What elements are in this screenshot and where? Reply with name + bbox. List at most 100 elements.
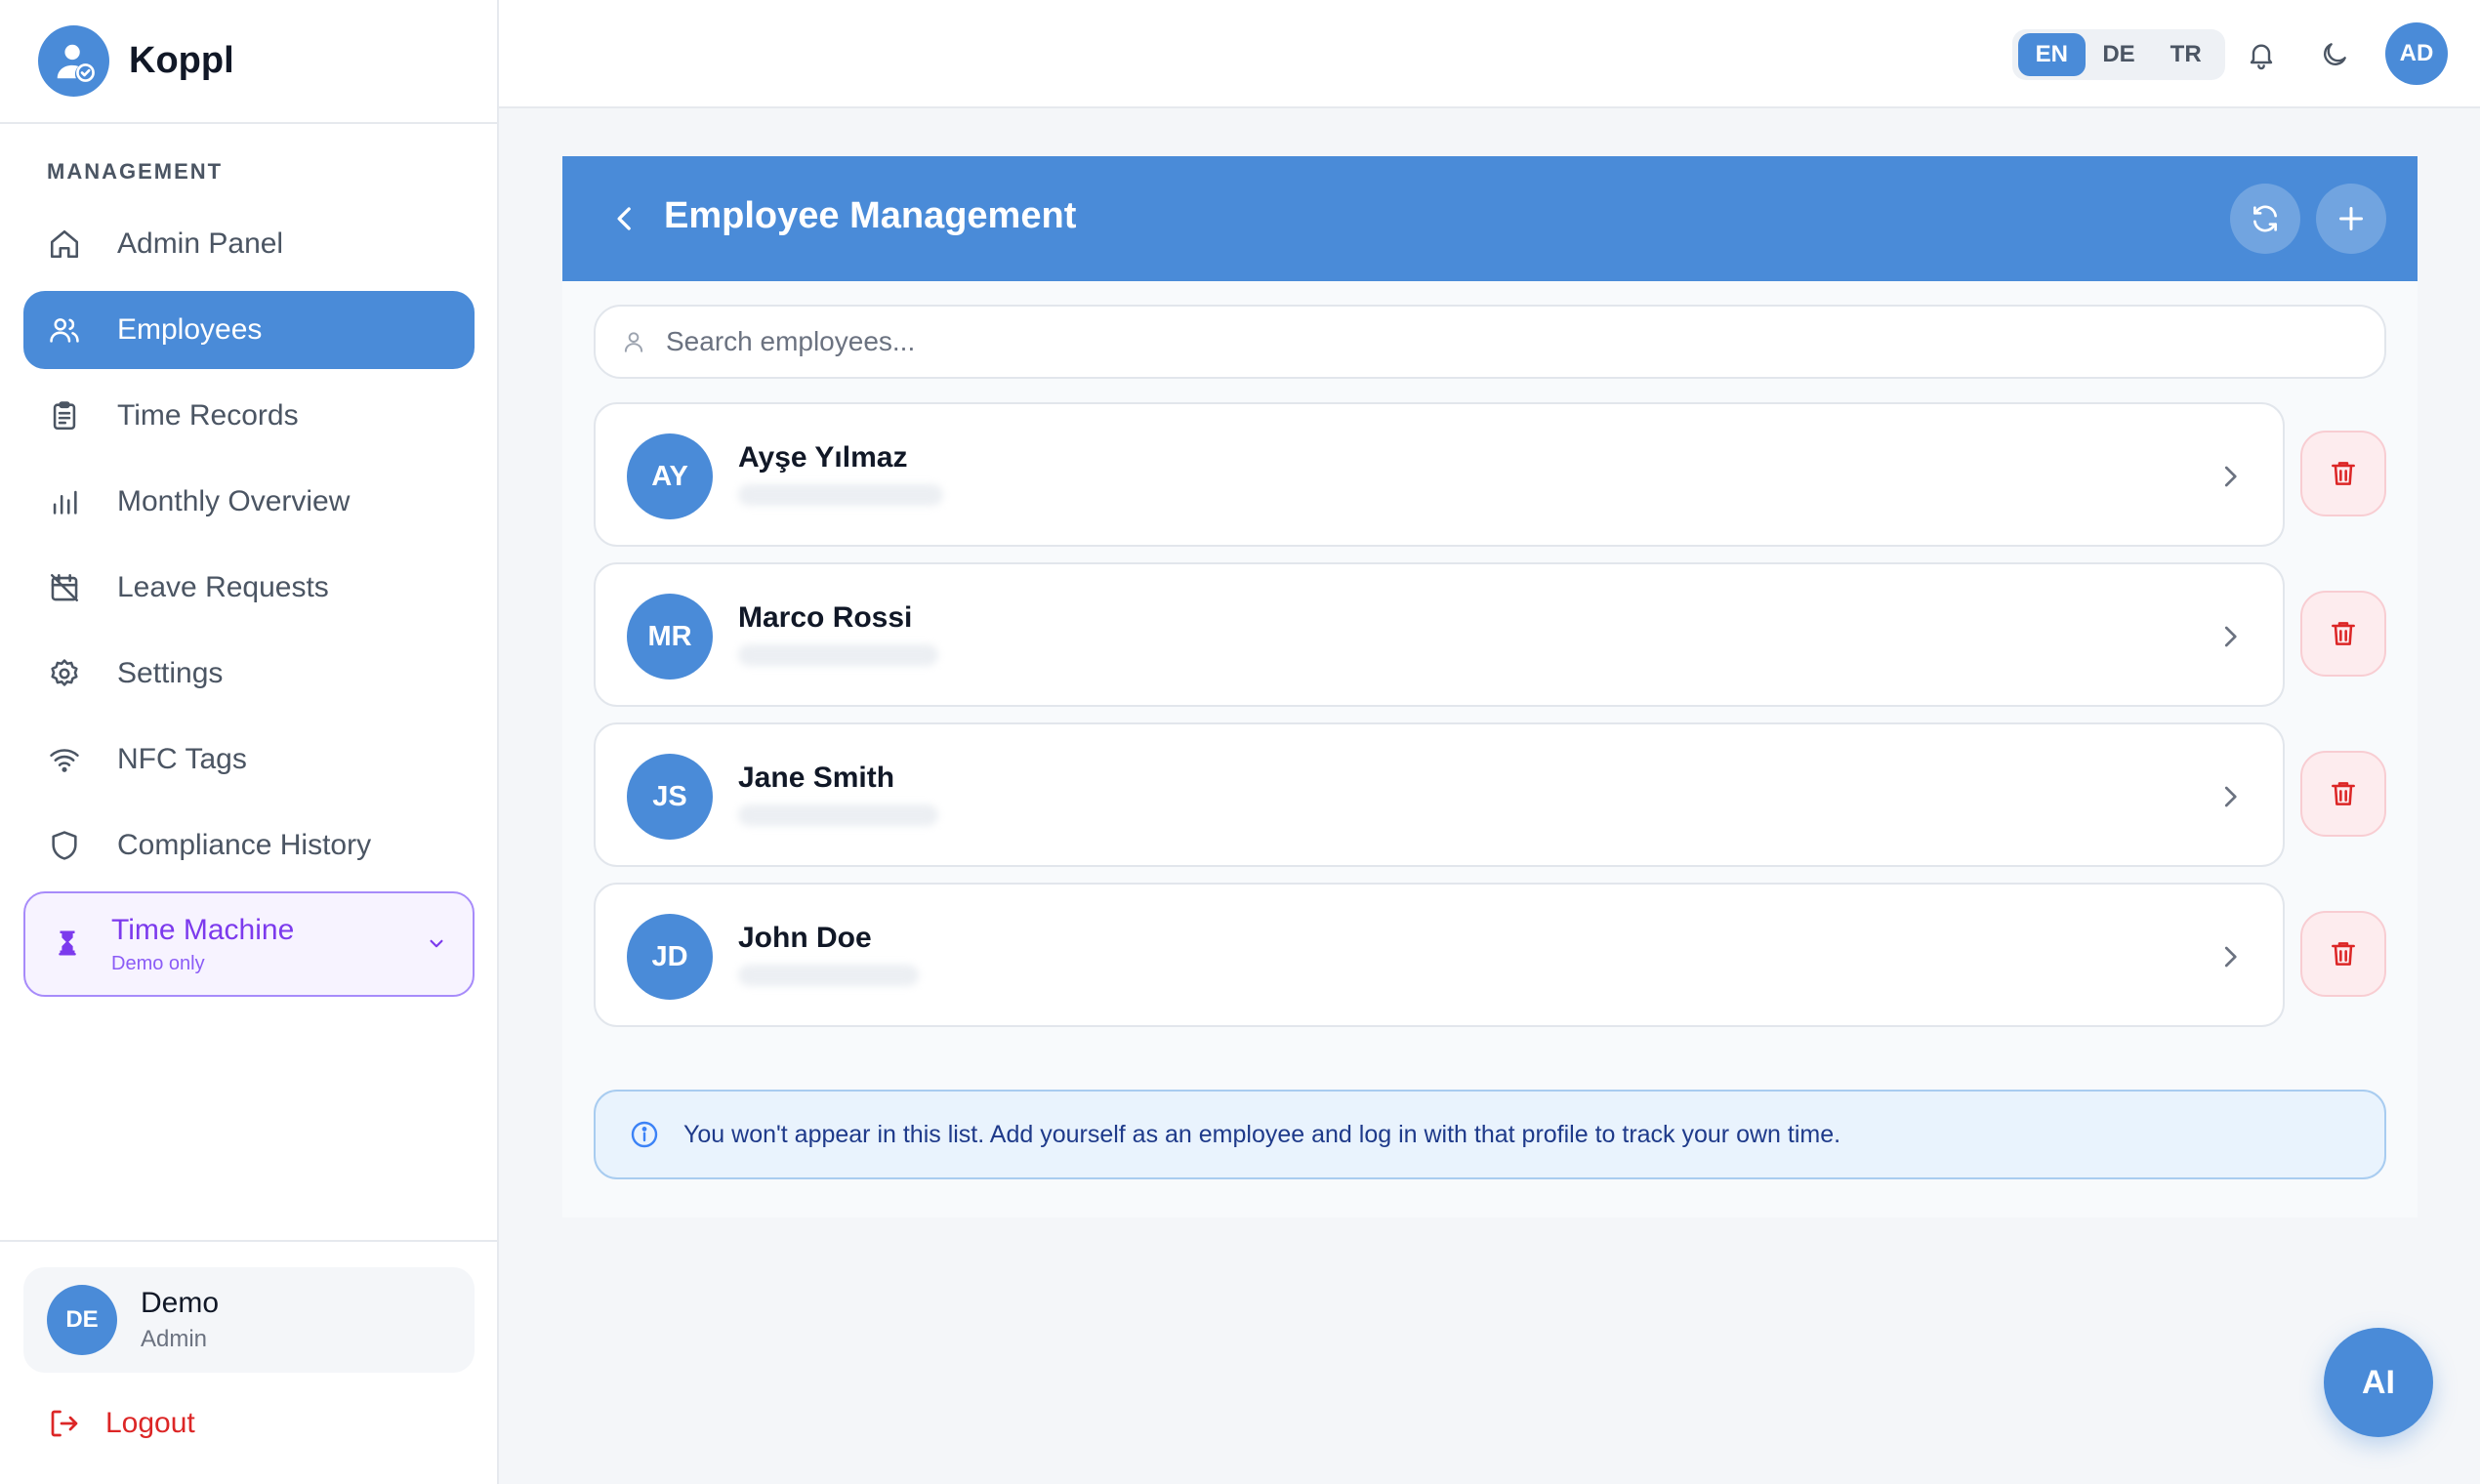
- clipboard-list-icon: [47, 398, 82, 433]
- sidebar-item-label: Time Records: [117, 399, 299, 432]
- panel-header: Employee Management: [562, 156, 2418, 281]
- trash-icon: [2332, 782, 2355, 805]
- sidebar-item-settings[interactable]: Settings: [23, 635, 475, 713]
- logout-label: Logout: [105, 1407, 195, 1439]
- chevron-down-icon: [424, 930, 449, 956]
- employee-card[interactable]: JS Jane Smith: [594, 722, 2285, 867]
- section-label: MANAGEMENT: [47, 159, 224, 184]
- chevron-right-icon: [2212, 779, 2248, 814]
- delete-employee-button[interactable]: [2300, 431, 2386, 516]
- delete-employee-button[interactable]: [2300, 911, 2386, 997]
- sidebar-item-label: Leave Requests: [117, 571, 329, 603]
- user-info: Demo Admin: [141, 1287, 219, 1353]
- sidebar-item-nfc-tags[interactable]: NFC Tags: [23, 721, 475, 799]
- brand[interactable]: Koppl: [0, 0, 497, 124]
- sidebar-item-label: Admin Panel: [117, 227, 284, 260]
- employee-email-blurred: [738, 965, 919, 986]
- info-text: You won't appear in this list. Add yours…: [683, 1120, 1841, 1148]
- time-machine-title: Time Machine: [111, 913, 295, 946]
- logout-button[interactable]: Logout: [47, 1406, 195, 1441]
- avatar: MR: [627, 594, 713, 680]
- search-box: [594, 305, 2386, 379]
- ai-assistant-button[interactable]: AI: [2324, 1328, 2433, 1437]
- brand-name: Koppl: [129, 40, 234, 81]
- sidebar-footer: DE Demo Admin Logout: [0, 1240, 497, 1484]
- gear-icon: [47, 656, 82, 691]
- avatar: DE: [47, 1285, 117, 1355]
- hourglass-icon: [53, 927, 88, 962]
- list-item: MR Marco Rossi: [594, 562, 2386, 707]
- info-icon: [629, 1119, 660, 1150]
- sidebar-item-compliance-history[interactable]: Compliance History: [23, 806, 475, 885]
- sidebar-item-admin-panel[interactable]: Admin Panel: [23, 205, 475, 283]
- delete-employee-button[interactable]: [2300, 591, 2386, 677]
- back-button[interactable]: [605, 199, 644, 238]
- list-item: AY Ayşe Yılmaz: [594, 402, 2386, 547]
- chevron-right-icon: [2212, 939, 2248, 974]
- employee-card[interactable]: AY Ayşe Yılmaz: [594, 402, 2285, 547]
- time-machine-toggle[interactable]: Time Machine Demo only: [23, 891, 475, 997]
- employee-name: Ayşe Yılmaz: [738, 441, 908, 474]
- users-icon: [47, 312, 82, 348]
- list-item: JD John Doe: [594, 883, 2386, 1027]
- avatar: AY: [627, 433, 713, 519]
- user-name: Demo: [141, 1287, 220, 1319]
- language-de-button[interactable]: DE: [2086, 33, 2153, 76]
- sidebar: Koppl MANAGEMENT Admin Panel Employees T…: [0, 0, 499, 1484]
- user-search-icon: [621, 329, 646, 354]
- employee-email-blurred: [738, 644, 938, 666]
- sidebar-item-leave-requests[interactable]: Leave Requests: [23, 549, 475, 627]
- user-check-icon: [38, 25, 109, 97]
- user-avatar-button[interactable]: AD: [2385, 22, 2448, 85]
- employee-email-blurred: [738, 804, 938, 826]
- employee-card[interactable]: MR Marco Rossi: [594, 562, 2285, 707]
- chevron-left-icon: [617, 207, 631, 230]
- delete-employee-button[interactable]: [2300, 751, 2386, 837]
- user-card[interactable]: DE Demo Admin: [23, 1267, 475, 1373]
- refresh-icon: [2253, 205, 2277, 232]
- sidebar-item-label: NFC Tags: [117, 743, 247, 775]
- sidebar-item-label: Compliance History: [117, 829, 372, 861]
- avatar: JS: [627, 754, 713, 840]
- bar-chart-icon: [47, 484, 82, 519]
- sidebar-item-label: Employees: [117, 313, 263, 346]
- sidebar-item-employees[interactable]: Employees: [23, 291, 475, 369]
- wifi-icon: [47, 742, 82, 777]
- language-switcher: EN DE TR: [2012, 29, 2225, 80]
- sidebar-item-time-records[interactable]: Time Records: [23, 377, 475, 455]
- refresh-button[interactable]: [2230, 184, 2300, 254]
- trash-icon: [2332, 942, 2355, 966]
- sidebar-item-label: Settings: [117, 657, 224, 689]
- shield-icon: [47, 828, 82, 863]
- avatar: JD: [627, 914, 713, 1000]
- bell-icon[interactable]: [2242, 35, 2281, 74]
- sidebar-nav: Admin Panel Employees Time Records Month…: [23, 205, 475, 892]
- employee-email-blurred: [738, 484, 943, 506]
- moon-icon[interactable]: [2315, 35, 2354, 74]
- add-employee-button[interactable]: [2316, 184, 2386, 254]
- info-notice: You won't appear in this list. Add yours…: [594, 1090, 2386, 1179]
- employee-name: Marco Rossi: [738, 601, 913, 634]
- employee-name: Jane Smith: [738, 762, 895, 794]
- sidebar-item-label: Monthly Overview: [117, 485, 351, 517]
- trash-icon: [2332, 622, 2355, 645]
- chevron-right-icon: [2212, 459, 2248, 494]
- calendar-off-icon: [47, 570, 82, 605]
- page-title: Employee Management: [664, 195, 1077, 236]
- trash-icon: [2332, 462, 2355, 485]
- time-machine-subtitle: Demo only: [111, 952, 205, 974]
- employee-name: John Doe: [738, 922, 872, 954]
- logout-icon: [47, 1406, 82, 1441]
- employee-card[interactable]: JD John Doe: [594, 883, 2285, 1027]
- list-item: JS Jane Smith: [594, 722, 2386, 867]
- language-en-button[interactable]: EN: [2018, 33, 2086, 76]
- time-machine-text: Time Machine Demo only: [111, 914, 294, 975]
- user-role: Admin: [141, 1326, 208, 1352]
- top-bar: EN DE TR AD: [499, 0, 2480, 108]
- employee-management-panel: Employee Management AY Ayşe Yılmaz MR: [562, 156, 2418, 1217]
- search-input[interactable]: [666, 326, 2326, 357]
- language-tr-button[interactable]: TR: [2152, 33, 2219, 76]
- sidebar-item-monthly-overview[interactable]: Monthly Overview: [23, 463, 475, 541]
- chevron-right-icon: [2212, 619, 2248, 654]
- plus-icon: [2339, 207, 2363, 230]
